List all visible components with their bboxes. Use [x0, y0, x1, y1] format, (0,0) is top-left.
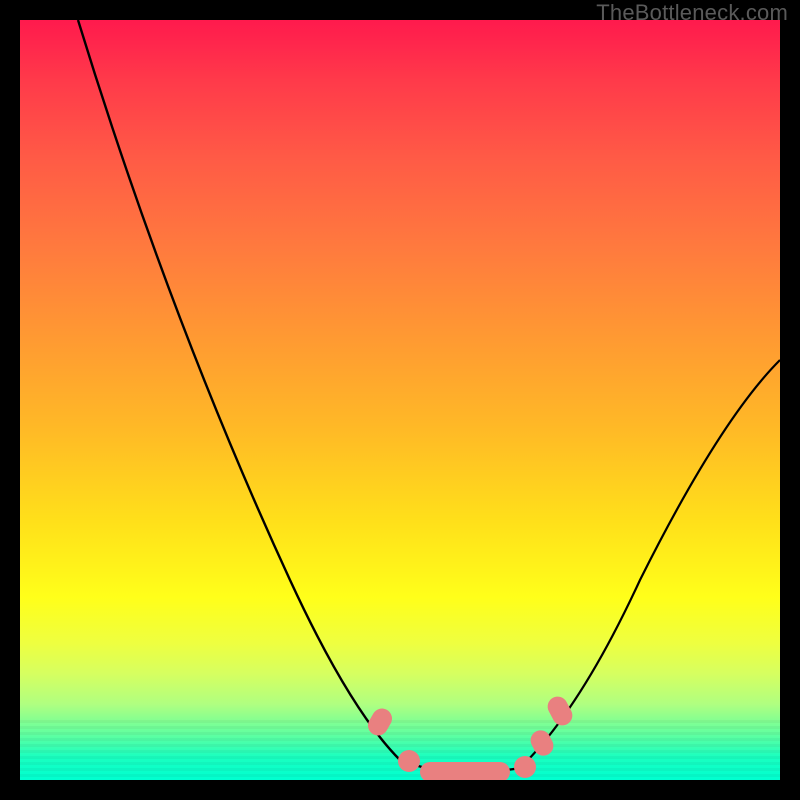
- range-markers: [364, 693, 576, 780]
- chart-frame: TheBottleneck.com: [0, 0, 800, 800]
- plot-area: [20, 20, 780, 780]
- curve-layer: [20, 20, 780, 780]
- bottleneck-curve-left: [78, 20, 400, 760]
- watermark-text: TheBottleneck.com: [596, 0, 788, 26]
